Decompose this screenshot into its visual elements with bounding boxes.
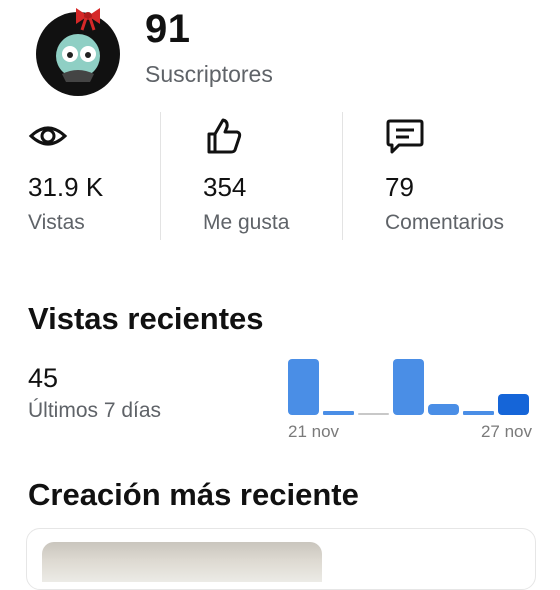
subscriber-count: 91 <box>145 7 191 51</box>
latest-creation-thumbnail[interactable] <box>42 542 322 582</box>
recent-views-title: Vistas recientes <box>28 301 264 336</box>
comments-value: 79 <box>385 172 414 202</box>
recent-views-value: 45 <box>28 363 59 393</box>
chart-bar-23-nov[interactable] <box>358 413 389 415</box>
chart-bar-27-nov[interactable] <box>498 394 529 415</box>
likes-label: Me gusta <box>203 211 290 234</box>
chart-bar-22-nov[interactable] <box>323 411 354 415</box>
eye-icon <box>28 116 68 156</box>
subscriber-label: Suscriptores <box>145 61 273 87</box>
views-value: 31.9 K <box>28 172 104 202</box>
channel-avatar[interactable] <box>32 4 124 96</box>
chart-bar-21-nov[interactable] <box>288 359 319 415</box>
likes-value: 354 <box>203 172 247 202</box>
recent-views-period: Últimos 7 días <box>28 399 162 422</box>
stat-divider <box>160 112 161 240</box>
stat-likes[interactable]: 354 Me gusta <box>203 112 373 242</box>
avatar-image <box>36 8 120 96</box>
comment-icon <box>385 116 425 156</box>
latest-creation-title: Creación más reciente <box>28 477 359 512</box>
stat-views[interactable]: 31.9 K Vistas <box>28 112 198 242</box>
stat-comments[interactable]: 79 Comentarios <box>385 112 555 242</box>
thumbs-up-icon <box>203 116 243 156</box>
comments-label: Comentarios <box>385 211 505 234</box>
chart-bar-26-nov[interactable] <box>463 411 494 415</box>
stat-divider <box>342 112 343 240</box>
chart-bar-24-nov[interactable] <box>393 359 424 415</box>
views-label: Vistas <box>28 211 85 234</box>
chart-tick-last: 27 nov <box>481 422 533 441</box>
recent-views-chart[interactable]: 21 nov 27 nov <box>284 350 536 445</box>
chart-tick-first: 21 nov <box>288 422 340 441</box>
chart-bar-25-nov[interactable] <box>428 404 459 415</box>
